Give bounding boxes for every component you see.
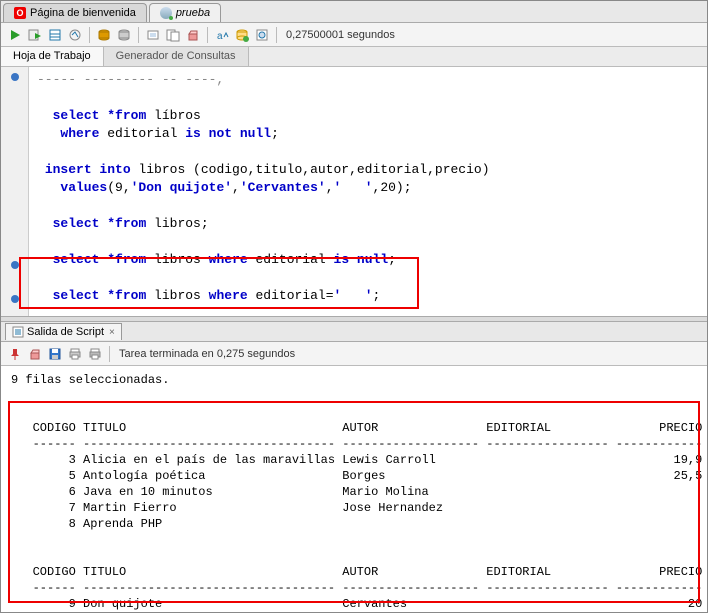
script-output-tab[interactable]: Salida de Script × <box>5 323 122 340</box>
separator <box>89 27 90 43</box>
result-header: CODIGO TITULO AUTOR EDITORIAL PRECIO <box>33 421 703 435</box>
separator <box>109 346 110 362</box>
tab-query-builder[interactable]: Generador de Consultas <box>104 47 249 66</box>
save-output-button[interactable] <box>46 345 64 363</box>
main-toolbar: a 0,27500001 segundos <box>1 23 707 47</box>
script-output[interactable]: 9 filas seleccionadas. CODIGO TITULO AUT… <box>1 366 707 610</box>
result-row: 9 Don quijote Cervantes 20 <box>33 597 703 610</box>
tab-worksheet[interactable]: Hoja de Trabajo <box>1 47 104 66</box>
rollback-button[interactable] <box>115 26 133 44</box>
row-count: 9 filas seleccionadas. <box>11 373 169 387</box>
sql-editor[interactable]: ----- --------- -- ----, select *from lí… <box>1 67 707 316</box>
to-upper-button[interactable]: a <box>213 26 231 44</box>
breakpoint-dot-icon <box>11 261 19 269</box>
run-button[interactable] <box>6 26 24 44</box>
oracle-icon: O <box>14 7 26 19</box>
explain-plan-button[interactable] <box>46 26 64 44</box>
script-output-label: Salida de Script <box>27 326 104 338</box>
script-output-icon <box>12 326 24 338</box>
editor-gutter <box>1 67 29 316</box>
output-status: Tarea terminada en 0,275 segundos <box>119 348 295 360</box>
tab-welcome-label: Página de bienvenida <box>30 7 136 19</box>
run-script-button[interactable] <box>26 26 44 44</box>
breakpoint-dot-icon <box>11 295 19 303</box>
result-dashes: ------ ---------------------------------… <box>33 581 703 595</box>
result-dashes: ------ ---------------------------------… <box>33 437 703 451</box>
owa-output-button[interactable] <box>253 26 271 44</box>
tab-file-label: prueba <box>176 7 210 19</box>
result-row: 5 Antología poética Borges 25,5 <box>33 469 703 483</box>
result-header: CODIGO TITULO AUTOR EDITORIAL PRECIO <box>33 565 703 579</box>
sql-history-button[interactable] <box>164 26 182 44</box>
tab-file[interactable]: prueba <box>149 3 221 22</box>
clear-output-button[interactable] <box>26 345 44 363</box>
output-toolbar: Tarea terminada en 0,275 segundos <box>1 342 707 366</box>
separator <box>138 27 139 43</box>
timing-label: 0,27500001 segundos <box>286 29 395 41</box>
code-area[interactable]: ----- --------- -- ----, select *from lí… <box>1 67 707 305</box>
close-output-tab[interactable]: × <box>109 327 115 338</box>
separator <box>276 27 277 43</box>
separator <box>207 27 208 43</box>
result-row: 8 Aprenda PHP <box>33 517 163 531</box>
result-row: 7 Martin Fierro Jose Hernandez <box>33 501 443 515</box>
print-output-button[interactable] <box>66 345 84 363</box>
print2-output-button[interactable] <box>86 345 104 363</box>
unshared-button[interactable] <box>144 26 162 44</box>
commit-button[interactable] <box>95 26 113 44</box>
file-tabs: O Página de bienvenida prueba <box>1 1 707 23</box>
result-row: 6 Java en 10 minutos Mario Molina <box>33 485 429 499</box>
svg-text:a: a <box>217 31 223 42</box>
tab-welcome[interactable]: O Página de bienvenida <box>3 3 147 22</box>
breakpoint-dot-icon <box>11 73 19 81</box>
sql-file-icon <box>160 7 172 19</box>
pin-button[interactable] <box>6 345 24 363</box>
output-tabs: Salida de Script × <box>1 322 707 342</box>
result-row: 3 Alicia en el país de las maravillas Le… <box>33 453 703 467</box>
dbms-output-button[interactable] <box>233 26 251 44</box>
autotrace-button[interactable] <box>66 26 84 44</box>
clear-button[interactable] <box>184 26 202 44</box>
worksheet-tabs: Hoja de Trabajo Generador de Consultas <box>1 47 707 67</box>
